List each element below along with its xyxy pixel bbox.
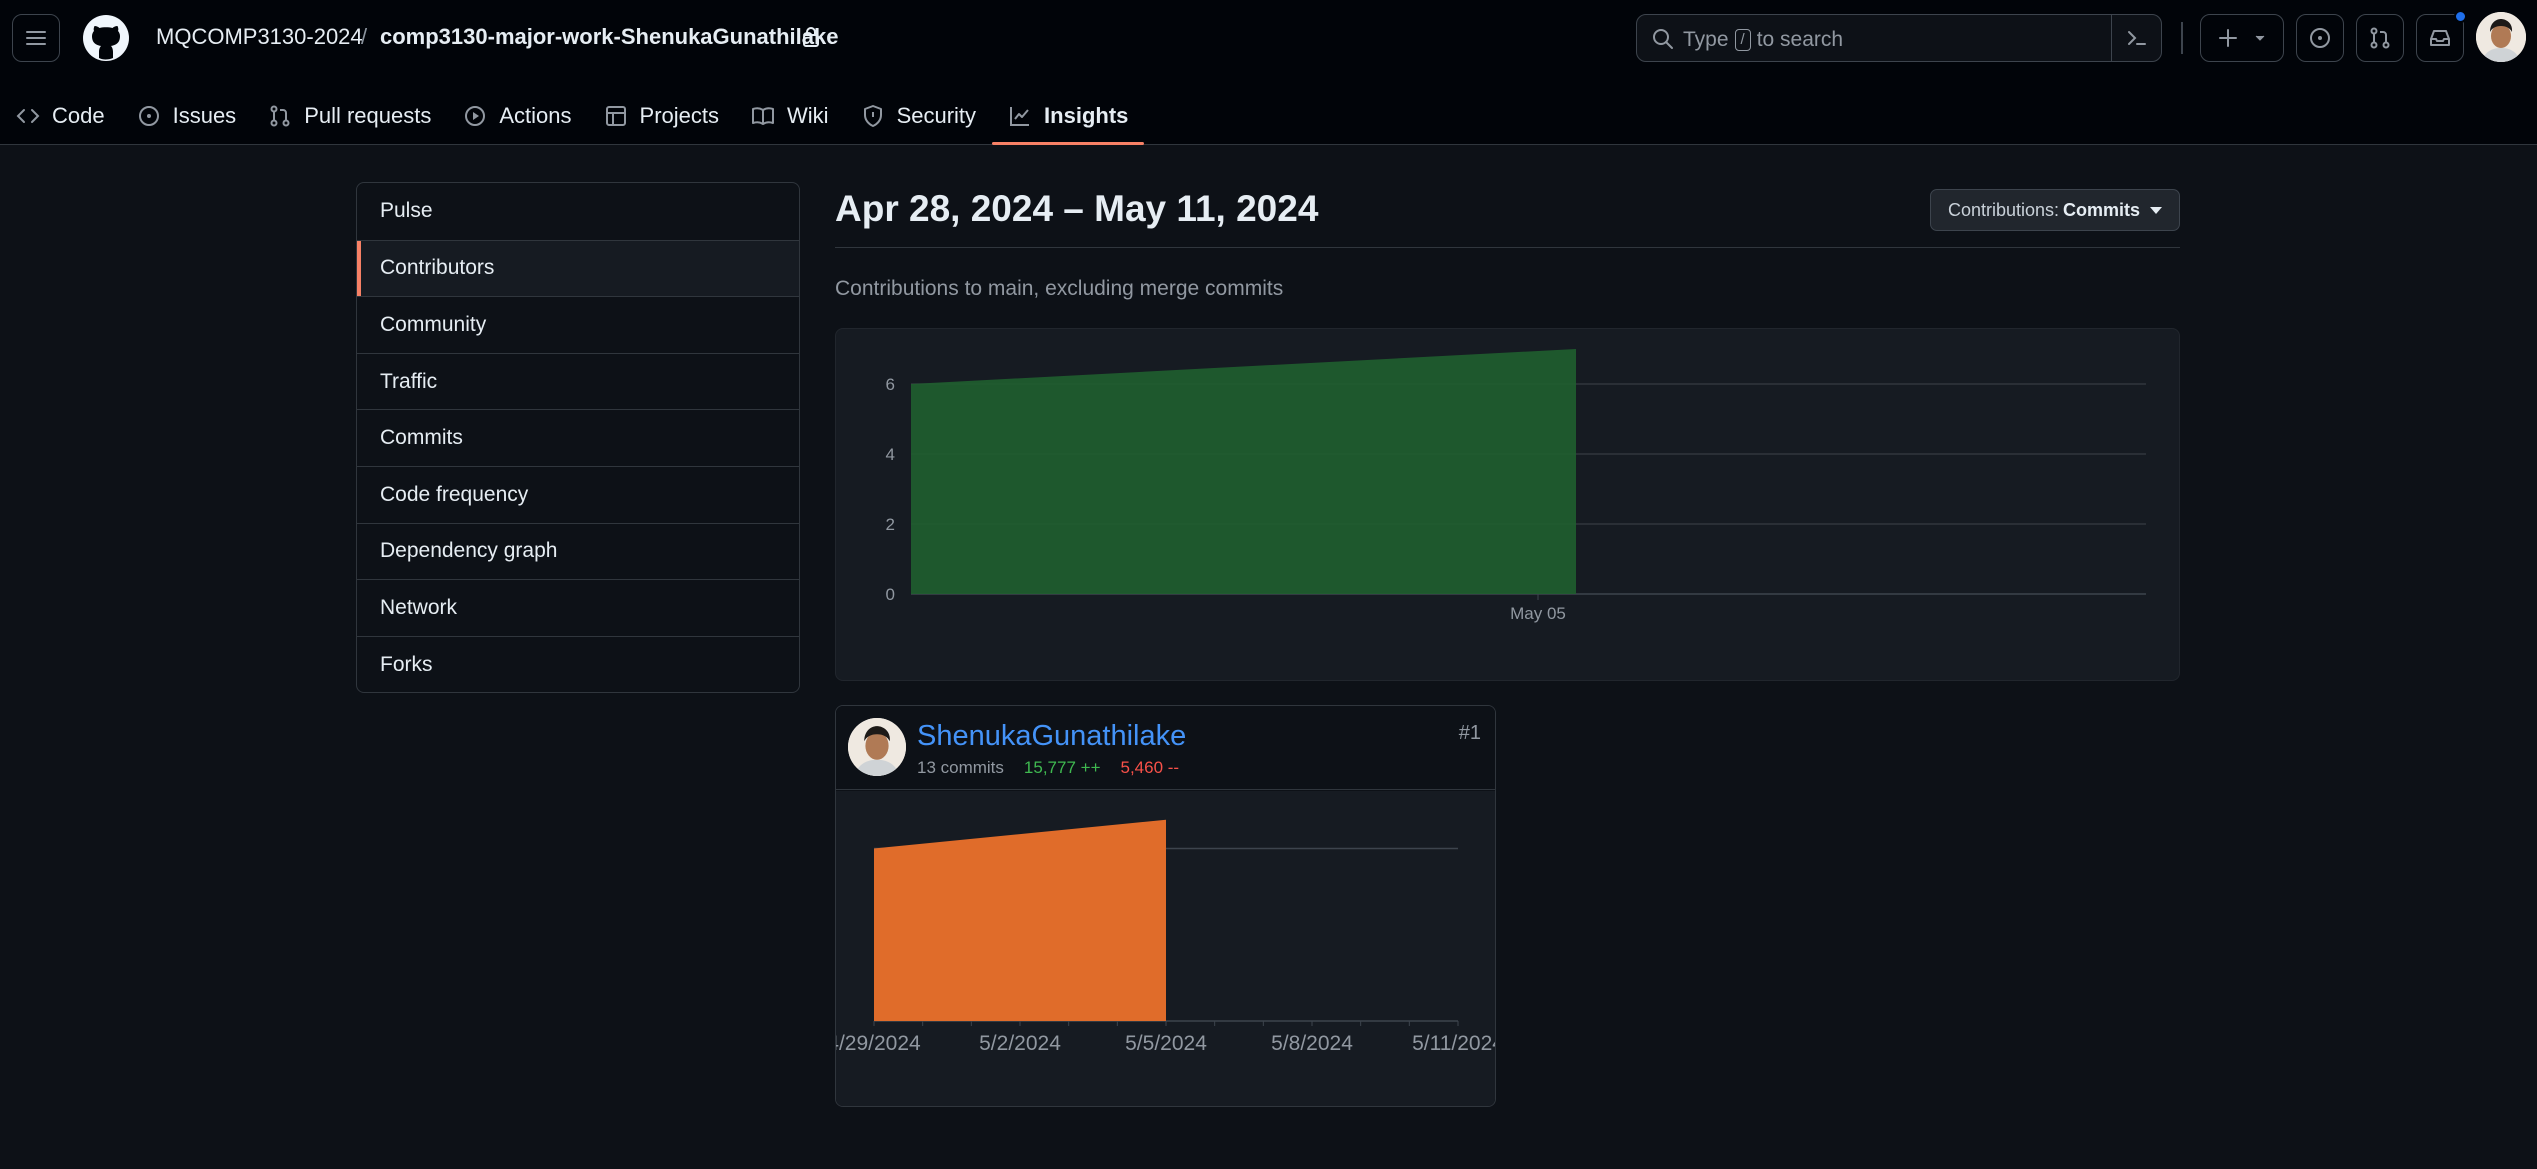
github-logo-icon[interactable]: [82, 14, 130, 62]
tab-pull-requests[interactable]: Pull requests: [252, 88, 447, 144]
sidebar-item-commits[interactable]: Commits: [357, 409, 799, 466]
path-separator: /: [361, 24, 368, 49]
tab-insights-label: Insights: [1044, 103, 1129, 128]
tab-insights[interactable]: Insights: [992, 88, 1145, 145]
contributor-card-header: ShenukaGunathilake 13 commits 15,777 ++ …: [836, 706, 1495, 790]
tab-wiki-label: Wiki: [787, 103, 829, 128]
tab-issues-label: Issues: [172, 103, 237, 128]
date-range-title: Apr 28, 2024 – May 11, 2024: [835, 188, 1319, 229]
contributor-stats: 13 commits 15,777 ++ 5,460 --: [917, 758, 1179, 778]
commits-overview-chart[interactable]: 0 2 4 6 May 05: [835, 328, 2180, 681]
y-tick-label: 0: [886, 585, 895, 604]
caret-down-icon: [2150, 206, 2163, 214]
x-tick-label: 5/11/2024: [1412, 1032, 1495, 1055]
issues-button[interactable]: [2296, 14, 2344, 62]
x-tick-label: 5/2/2024: [979, 1032, 1061, 1055]
tab-code-label: Code: [52, 103, 105, 128]
contributor-card: ShenukaGunathilake 13 commits 15,777 ++ …: [835, 705, 1496, 1107]
sidebar-item-code-frequency[interactable]: Code frequency: [357, 465, 799, 523]
lock-icon: [803, 27, 819, 47]
play-icon: [465, 106, 486, 126]
pull-request-icon: [2370, 27, 2390, 49]
pull-request-icon: [270, 105, 290, 127]
search-placeholder-prefix: Type: [1683, 28, 1729, 51]
issue-icon: [2310, 28, 2330, 48]
tab-actions[interactable]: Actions: [447, 88, 587, 144]
tab-pull-requests-label: Pull requests: [304, 103, 432, 128]
plus-icon: [2219, 29, 2237, 47]
code-icon: [16, 109, 40, 123]
x-tick-label: 4/29/2024: [836, 1032, 921, 1055]
x-tick-label: 5/5/2024: [1125, 1032, 1207, 1055]
search-shortcut-key: /: [1734, 29, 1751, 51]
contributions-prefix: Contributions:: [1947, 199, 2060, 220]
contributor-avatar[interactable]: [848, 718, 906, 776]
avatar-portrait-icon: [2476, 12, 2526, 62]
y-tick-label: 6: [886, 375, 895, 394]
table-icon: [605, 106, 626, 126]
command-palette-button[interactable]: [2111, 15, 2161, 61]
tab-security[interactable]: Security: [845, 88, 992, 144]
user-avatar[interactable]: [2476, 12, 2526, 62]
sidebar-item-forks[interactable]: Forks: [357, 635, 799, 693]
repo-tabs: Code Issues Pull requests Actions Projec…: [0, 88, 1145, 145]
x-tick-label: May 05: [1510, 604, 1566, 623]
avatar-portrait-icon: [848, 718, 906, 776]
chart-subtitle: Contributions to main, excluding merge c…: [835, 277, 1284, 300]
search-icon: [1653, 29, 1673, 49]
shield-icon: [863, 105, 882, 127]
tab-projects-label: Projects: [639, 103, 720, 128]
contributions-value: Commits: [2063, 199, 2141, 220]
contributor-area-series: [874, 819, 1166, 1021]
additions-count: 15,777 ++: [1023, 758, 1101, 777]
repo-owner-link[interactable]: MQCOMP3130-2024: [156, 24, 363, 50]
chevron-down-icon: [2255, 35, 2265, 41]
sidebar-item-community[interactable]: Community: [357, 296, 799, 353]
sidebar-item-dependency-graph[interactable]: Dependency graph: [357, 522, 799, 580]
contributor-chart-svg: 4/29/2024 5/2/2024 5/5/2024 5/8/2024 5/11/20…: [836, 819, 1495, 1055]
contributions-type-dropdown[interactable]: Contributions: Commits: [1930, 189, 2180, 231]
menu-button[interactable]: [12, 14, 60, 62]
y-tick-label: 4: [886, 445, 895, 464]
sidebar-item-contributors[interactable]: Contributors: [357, 239, 799, 297]
repo-name-link[interactable]: comp3130-major-work-ShenukaGunathilake: [380, 24, 838, 50]
book-icon: [752, 107, 775, 125]
x-tick-label: 5/8/2024: [1271, 1032, 1353, 1055]
top-header: MQCOMP3130-2024 / comp3130-major-work-Sh…: [0, 0, 2537, 145]
header-divider: [2181, 22, 2183, 54]
search-input[interactable]: Type / to search: [1636, 14, 2162, 62]
commits-area-series: [911, 349, 1576, 594]
contributor-username-link[interactable]: ShenukaGunathilake: [917, 720, 1186, 753]
contributor-chart[interactable]: 4/29/2024 5/2/2024 5/5/2024 5/8/2024 5/11/20…: [836, 791, 1495, 1106]
y-tick-label: 2: [886, 515, 895, 534]
notification-dot: [2454, 10, 2467, 23]
search-placeholder-suffix: to search: [1756, 28, 1844, 51]
insights-sidebar: Pulse Contributors Community Traffic Com…: [356, 182, 800, 694]
terminal-icon: [2127, 31, 2146, 45]
search-placeholder: Type / to search: [1683, 28, 1843, 52]
inbox-icon: [2430, 30, 2450, 46]
tab-actions-label: Actions: [499, 103, 572, 128]
hamburger-icon: [26, 31, 46, 45]
tab-wiki[interactable]: Wiki: [735, 88, 845, 144]
tab-code[interactable]: Code: [0, 88, 121, 144]
graph-icon: [1010, 107, 1030, 126]
tab-projects[interactable]: Projects: [588, 88, 735, 144]
create-new-button[interactable]: [2200, 14, 2284, 62]
commits-overview-svg: 0 2 4 6 May 05: [886, 349, 2146, 623]
tab-security-label: Security: [896, 103, 977, 128]
pull-requests-button[interactable]: [2356, 14, 2404, 62]
sidebar-item-pulse[interactable]: Pulse: [357, 183, 799, 240]
sidebar-item-traffic[interactable]: Traffic: [357, 352, 799, 410]
commit-count-link[interactable]: 13 commits: [917, 758, 1004, 778]
contributor-rank: #1: [1458, 722, 1481, 744]
sidebar-item-network[interactable]: Network: [357, 579, 799, 636]
tab-issues[interactable]: Issues: [121, 88, 253, 144]
divider: [835, 247, 2180, 248]
deletions-count: 5,460 --: [1120, 758, 1180, 777]
issue-icon: [138, 106, 159, 126]
